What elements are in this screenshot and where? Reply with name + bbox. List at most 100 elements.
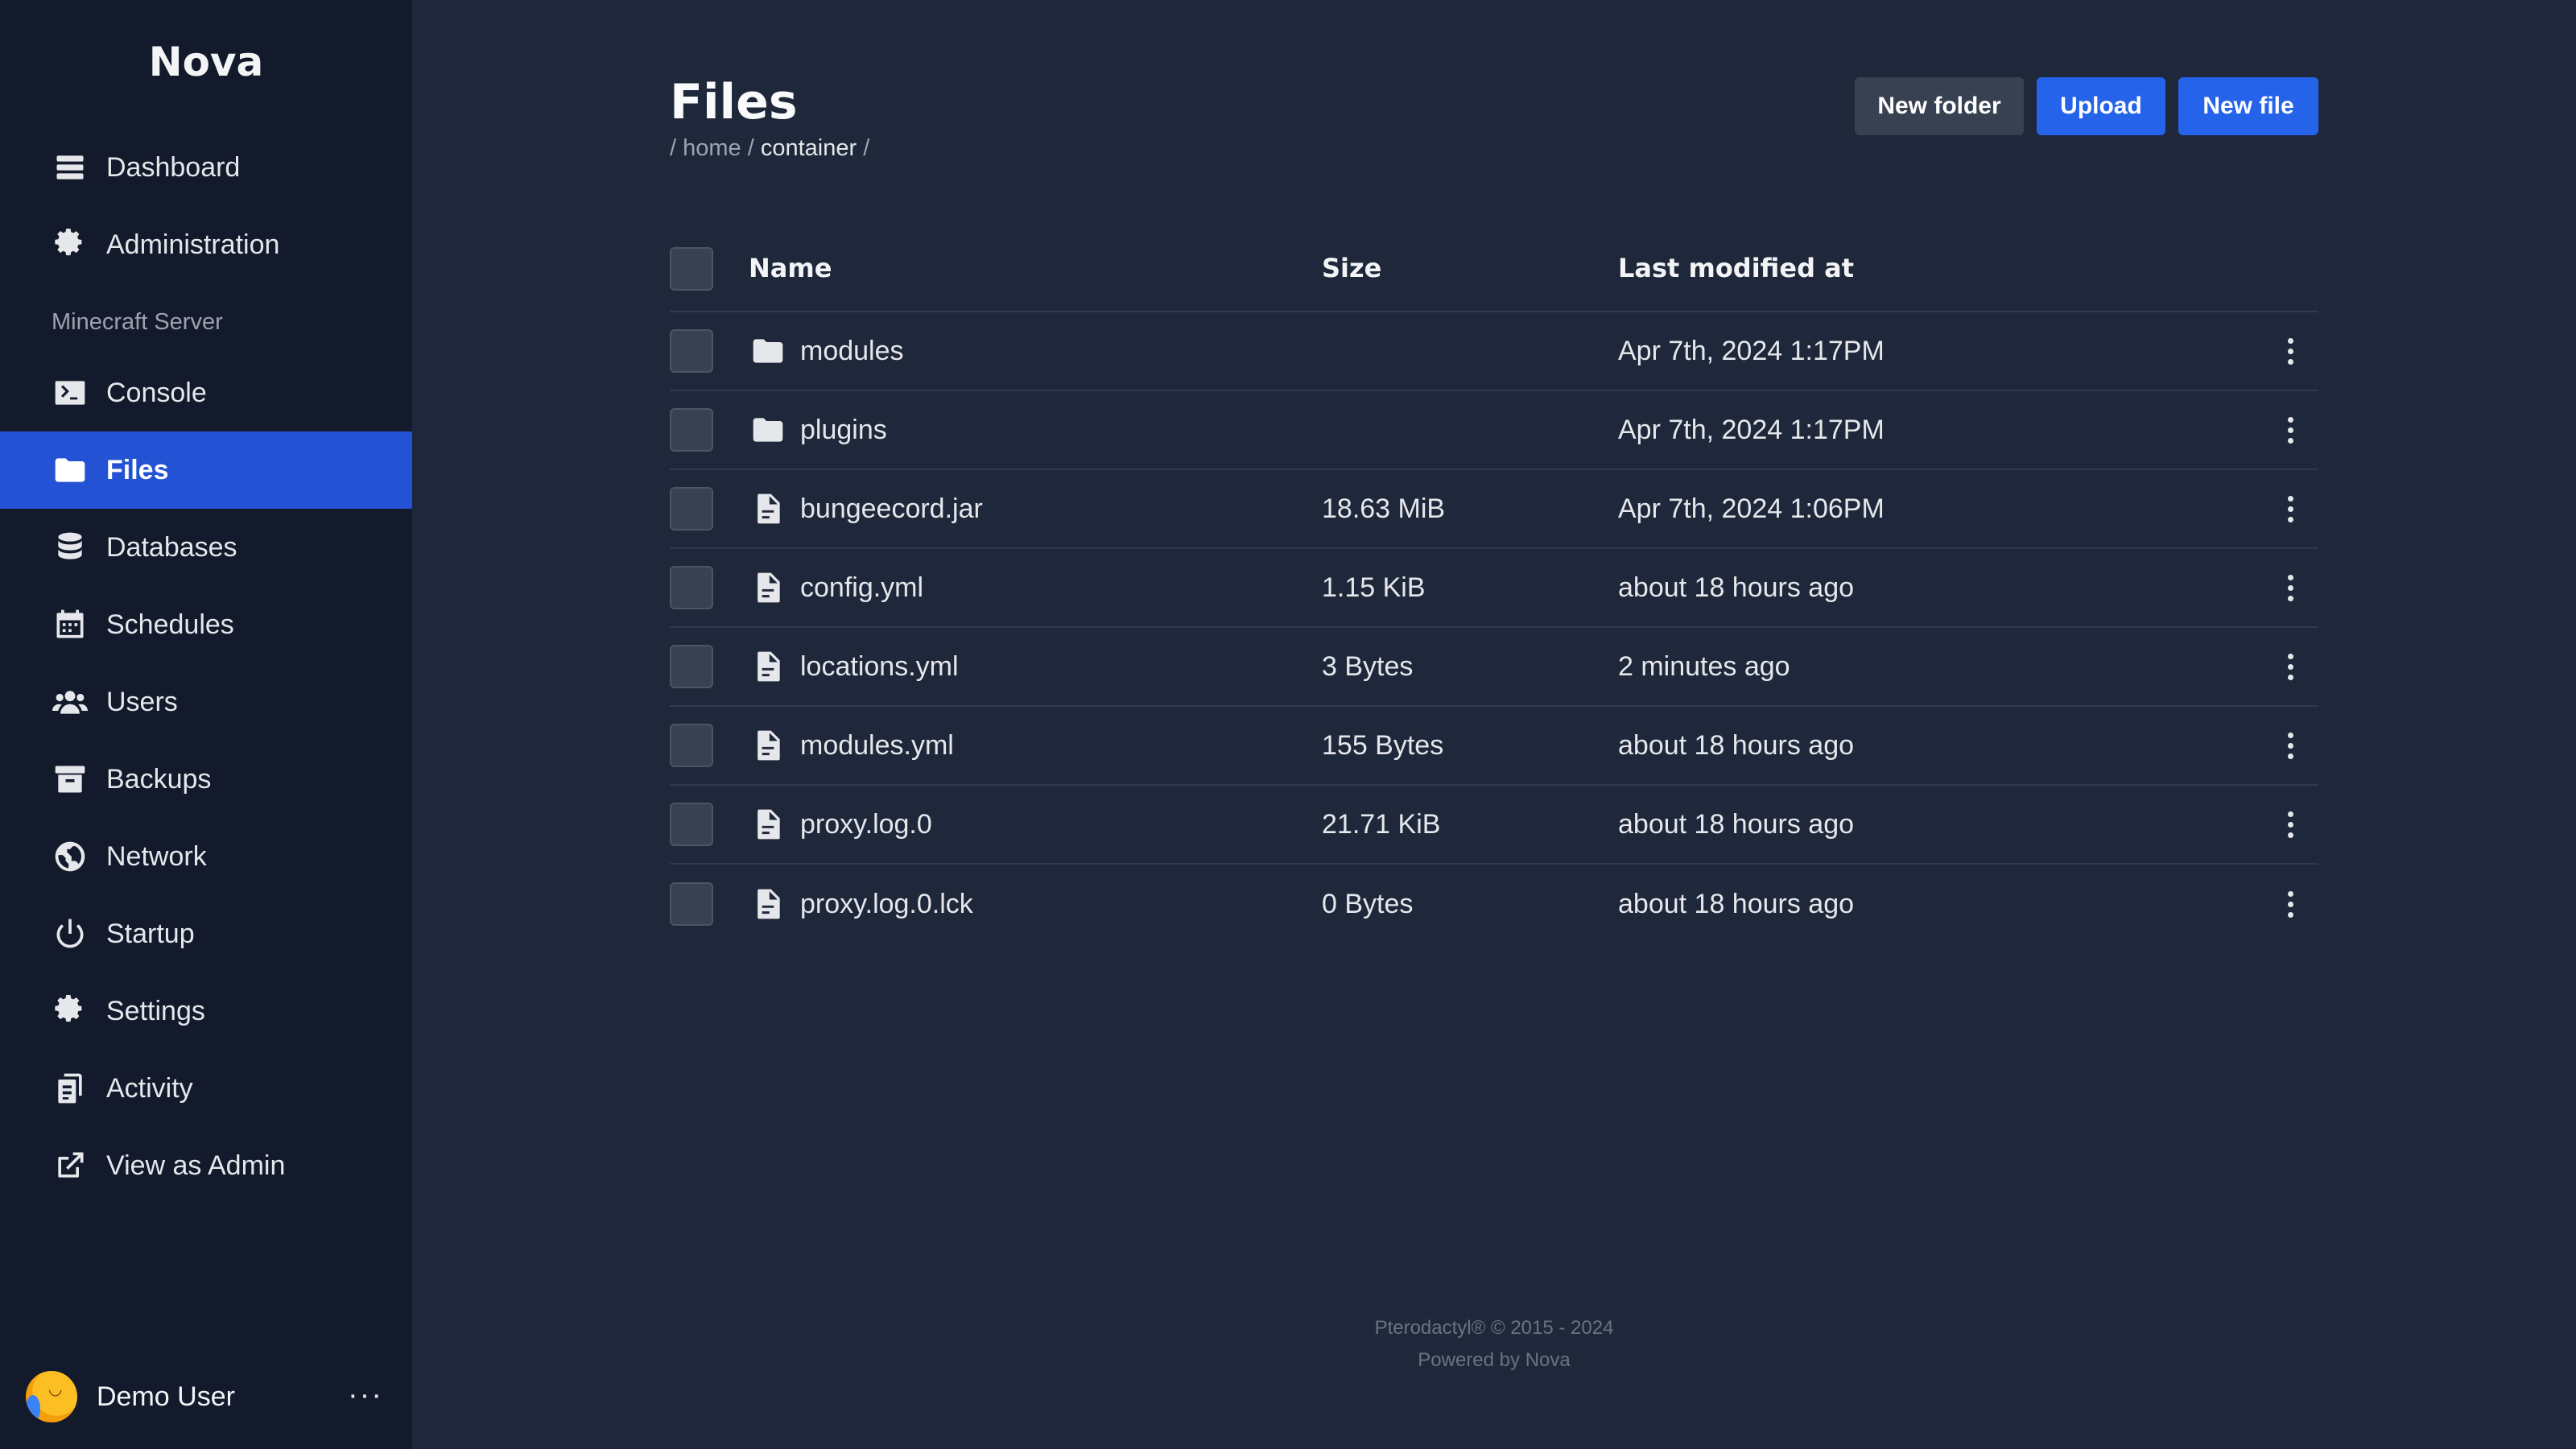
folder-icon	[750, 412, 786, 448]
row-checkbox[interactable]	[670, 724, 713, 767]
folder-icon	[52, 452, 89, 489]
user-menu[interactable]: Demo User ···	[0, 1360, 412, 1433]
breadcrumb-separator: /	[741, 135, 761, 161]
row-actions-icon[interactable]	[2278, 491, 2302, 526]
file-icon	[750, 807, 786, 842]
file-name[interactable]: plugins	[800, 415, 887, 446]
file-name[interactable]: proxy.log.0	[800, 809, 932, 840]
breadcrumb-home[interactable]: home	[683, 135, 741, 161]
file-name[interactable]: bungeecord.jar	[800, 493, 983, 525]
sidebar-item-view-as-admin[interactable]: View as Admin	[0, 1127, 412, 1204]
file-size: 21.71 KiB	[1322, 808, 1441, 840]
sidebar-item-users[interactable]: Users	[0, 663, 412, 741]
file-modified: Apr 7th, 2024 1:06PM	[1618, 493, 1885, 524]
sidebar-item-label: Startup	[106, 918, 195, 949]
sidebar-item-label: Activity	[106, 1072, 193, 1104]
row-actions-icon[interactable]	[2278, 649, 2302, 684]
table-row[interactable]: plugins Apr 7th, 2024 1:17PM	[670, 391, 2318, 470]
table-row[interactable]: modules.yml 155 Bytes about 18 hours ago	[670, 707, 2318, 786]
table-row[interactable]: bungeecord.jar 18.63 MiB Apr 7th, 2024 1…	[670, 470, 2318, 549]
sidebar-item-dashboard[interactable]: Dashboard	[0, 129, 412, 206]
footer: Pterodactyl® © 2015 - 2024 Powered by No…	[412, 1312, 2576, 1377]
sidebar-item-settings[interactable]: Settings	[0, 972, 412, 1050]
table-row[interactable]: locations.yml 3 Bytes 2 minutes ago	[670, 628, 2318, 707]
file-size: 3 Bytes	[1322, 650, 1414, 682]
column-header-size[interactable]: Size	[1322, 253, 1381, 283]
new-file-button[interactable]: New file	[2178, 77, 2318, 135]
file-icon	[750, 728, 786, 763]
sidebar-item-administration[interactable]: Administration	[0, 206, 412, 283]
sidebar-item-label: Dashboard	[106, 151, 241, 183]
row-checkbox[interactable]	[670, 487, 713, 530]
file-size: 0 Bytes	[1322, 888, 1414, 919]
column-header-modified[interactable]: Last modified at	[1618, 253, 1854, 283]
file-size: 18.63 MiB	[1322, 493, 1446, 524]
breadcrumb-separator: /	[670, 135, 683, 161]
row-checkbox[interactable]	[670, 329, 713, 373]
file-name[interactable]: locations.yml	[800, 651, 959, 683]
sidebar-item-schedules[interactable]: Schedules	[0, 586, 412, 663]
archive-icon	[52, 761, 89, 798]
row-actions-icon[interactable]	[2278, 412, 2302, 448]
page-title: Files	[670, 74, 798, 130]
folder-icon	[750, 333, 786, 369]
file-icon	[750, 886, 786, 922]
table-header: Name Size Last modified at	[670, 225, 2318, 312]
file-modified: about 18 hours ago	[1618, 808, 1855, 840]
row-actions-icon[interactable]	[2278, 886, 2302, 922]
file-name[interactable]: proxy.log.0.lck	[800, 889, 973, 920]
file-modified: about 18 hours ago	[1618, 729, 1855, 761]
sidebar-item-startup[interactable]: Startup	[0, 895, 412, 972]
file-modified: about 18 hours ago	[1618, 572, 1855, 603]
file-size: 1.15 KiB	[1322, 572, 1426, 603]
file-name[interactable]: modules.yml	[800, 730, 954, 762]
upload-button[interactable]: Upload	[2037, 77, 2165, 135]
sidebar-item-label: Network	[106, 840, 207, 872]
terminal-icon	[52, 374, 89, 411]
footer-copyright: Pterodactyl® © 2015 - 2024	[1374, 1317, 1614, 1339]
sidebar-item-label: Backups	[106, 763, 212, 795]
sidebar-item-backups[interactable]: Backups	[0, 741, 412, 818]
sidebar-item-activity[interactable]: Activity	[0, 1050, 412, 1127]
row-checkbox[interactable]	[670, 566, 713, 609]
sidebar-item-files[interactable]: Files	[0, 431, 412, 509]
file-modified: Apr 7th, 2024 1:17PM	[1618, 335, 1885, 366]
brand-logo[interactable]: Nova	[0, 39, 412, 85]
new-folder-button[interactable]: New folder	[1855, 77, 2024, 135]
power-icon	[52, 915, 89, 952]
table-row[interactable]: proxy.log.0 21.71 KiB about 18 hours ago	[670, 786, 2318, 865]
globe-icon	[52, 838, 89, 875]
file-name[interactable]: config.yml	[800, 572, 923, 604]
table-row[interactable]: proxy.log.0.lck 0 Bytes about 18 hours a…	[670, 865, 2318, 943]
column-header-name[interactable]: Name	[749, 253, 832, 283]
file-modified: Apr 7th, 2024 1:17PM	[1618, 414, 1885, 445]
row-actions-icon[interactable]	[2278, 807, 2302, 842]
sidebar-item-label: View as Admin	[106, 1150, 286, 1181]
table-row[interactable]: config.yml 1.15 KiB about 18 hours ago	[670, 549, 2318, 628]
users-icon	[52, 683, 89, 720]
gear-icon	[52, 226, 89, 263]
gear-icon	[52, 993, 89, 1030]
file-table: Name Size Last modified at modules Apr 7…	[670, 225, 2318, 943]
avatar	[26, 1371, 77, 1422]
row-checkbox[interactable]	[670, 882, 713, 926]
calendar-icon	[52, 606, 89, 643]
file-name[interactable]: modules	[800, 336, 904, 367]
file-modified: 2 minutes ago	[1618, 650, 1790, 682]
row-checkbox[interactable]	[670, 408, 713, 452]
sidebar-item-console[interactable]: Console	[0, 354, 412, 431]
table-row[interactable]: modules Apr 7th, 2024 1:17PM	[670, 312, 2318, 391]
breadcrumb: / home / container /	[670, 135, 869, 162]
row-checkbox[interactable]	[670, 803, 713, 846]
more-options-icon[interactable]: ···	[348, 1378, 383, 1413]
sidebar-item-network[interactable]: Network	[0, 818, 412, 895]
row-actions-icon[interactable]	[2278, 728, 2302, 763]
row-checkbox[interactable]	[670, 645, 713, 688]
file-icon	[750, 491, 786, 526]
sidebar-item-databases[interactable]: Databases	[0, 509, 412, 586]
file-icon	[750, 649, 786, 684]
row-actions-icon[interactable]	[2278, 570, 2302, 605]
row-actions-icon[interactable]	[2278, 333, 2302, 369]
select-all-checkbox[interactable]	[670, 247, 713, 291]
sidebar-item-label: Files	[106, 454, 169, 485]
